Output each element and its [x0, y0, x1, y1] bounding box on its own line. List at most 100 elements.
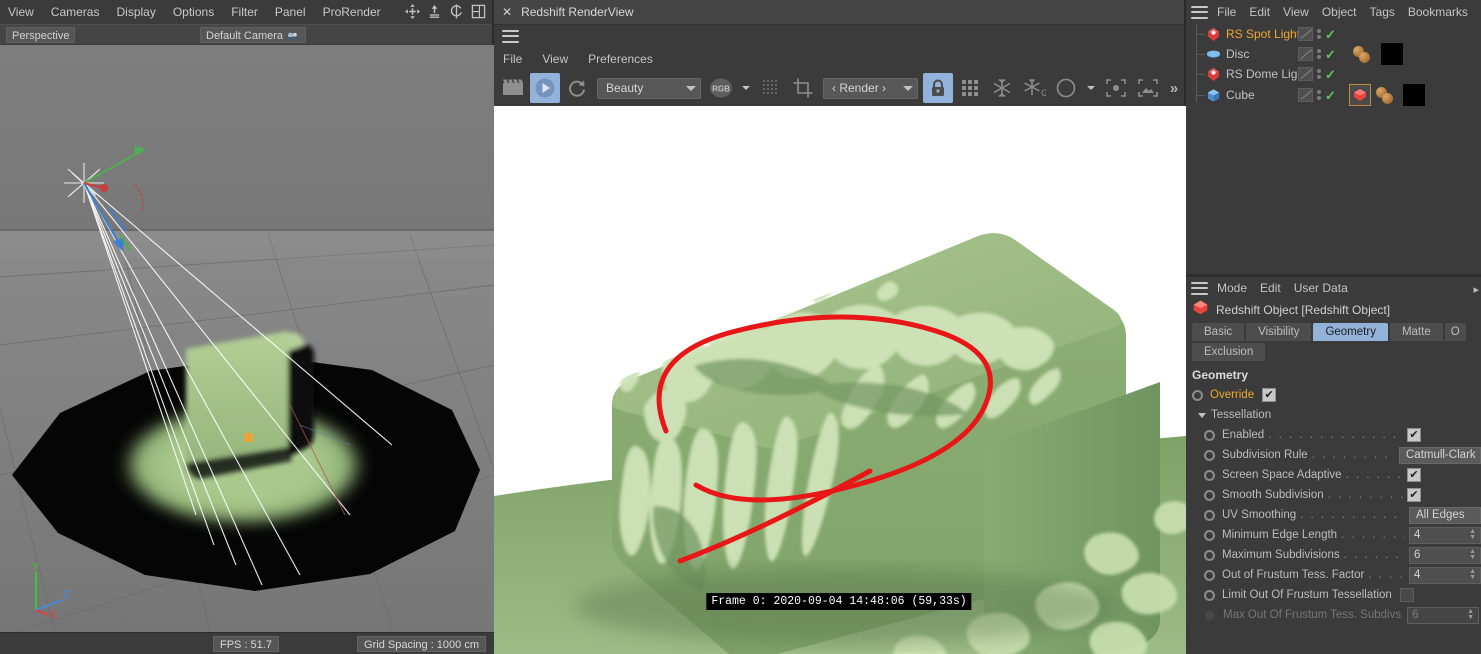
circle-caret-icon[interactable]: [1083, 73, 1099, 103]
material-dots-tag[interactable]: [1352, 44, 1377, 64]
grid-icon[interactable]: [955, 73, 985, 103]
object-tree[interactable]: RS Spot Light ✓ Disc ✓ RS Dome Light ✓ C…: [1186, 24, 1481, 274]
visibility-toggle-icon[interactable]: [1298, 47, 1313, 61]
visibility-dots-icon[interactable]: [1317, 69, 1321, 79]
param-number-out-of-frustum-tess-factor[interactable]: 4 ▲ ▼: [1409, 566, 1481, 584]
black-swatch-tag[interactable]: [1380, 43, 1403, 65]
object-row-disc[interactable]: Disc ✓: [1186, 43, 1481, 65]
viewport-menu-display[interactable]: Display: [116, 5, 155, 19]
tab-exclusion[interactable]: Exclusion: [1192, 343, 1266, 361]
object-row-cube[interactable]: Cube ✓: [1186, 84, 1481, 106]
param-checkbox-screen-space-adaptive[interactable]: ✔: [1407, 468, 1421, 482]
rendered-image[interactable]: [494, 106, 1186, 654]
visibility-dots-icon[interactable]: [1317, 49, 1321, 59]
tab-basic[interactable]: Basic: [1192, 323, 1245, 341]
param-radio-icon[interactable]: [1204, 449, 1215, 461]
object-manager-hamburger-icon[interactable]: [1191, 5, 1208, 19]
attr-menu-edit[interactable]: Edit: [1260, 281, 1281, 295]
lock-icon[interactable]: [923, 73, 953, 103]
channel-caret-icon[interactable]: [738, 73, 754, 103]
tab-geometry[interactable]: Geometry: [1313, 323, 1388, 341]
tab-visibility[interactable]: Visibility: [1246, 323, 1312, 341]
crop-icon[interactable]: [788, 73, 818, 103]
visibility-dots-icon[interactable]: [1317, 29, 1321, 39]
viewport-menu-filter[interactable]: Filter: [231, 5, 258, 19]
focus-icon[interactable]: [1101, 73, 1131, 103]
param-number-maximum-subdivisions[interactable]: 6 ▲ ▼: [1409, 546, 1481, 564]
perspective-label[interactable]: Perspective: [6, 27, 76, 43]
play-render-icon[interactable]: [530, 73, 560, 103]
om-menu-bookmarks[interactable]: Bookmarks: [1408, 5, 1468, 19]
param-combo-uv-smoothing[interactable]: All Edges: [1409, 506, 1481, 524]
viewport-menu-prorender[interactable]: ProRender: [323, 5, 381, 19]
object-row-rs-spot-light[interactable]: RS Spot Light ✓: [1186, 24, 1481, 44]
visibility-toggle-icon[interactable]: [1298, 88, 1313, 102]
param-row-uv-smoothing[interactable]: UV Smoothing . . . . . . . . . . . . . A…: [1186, 505, 1481, 525]
material-dots-tag[interactable]: [1375, 85, 1399, 105]
rgb-channel-icon[interactable]: RGB: [706, 73, 736, 103]
param-row-maximum-subdivisions[interactable]: Maximum Subdivisions . . . . . . . . 6 ▲…: [1186, 545, 1481, 565]
clapperboard-icon[interactable]: [498, 73, 528, 103]
black-swatch-tag[interactable]: [1402, 84, 1425, 106]
om-menu-view[interactable]: View: [1283, 5, 1309, 19]
param-checkbox-limit-out-of-frustum[interactable]: [1399, 588, 1414, 602]
param-row-screen-space-adaptive[interactable]: Screen Space Adaptive . . . . . . . . ✔: [1186, 465, 1481, 485]
param-checkbox-enabled[interactable]: ✔: [1407, 428, 1421, 442]
viewport-menu-panel[interactable]: Panel: [275, 5, 306, 19]
renderview-menu-preferences[interactable]: Preferences: [588, 52, 653, 66]
param-number-minimum-edge-length[interactable]: 4 ▲ ▼: [1409, 526, 1481, 544]
spinner-icon[interactable]: ▲ ▼: [1469, 528, 1476, 541]
camera-label[interactable]: Default Camera: [200, 27, 307, 43]
redshift-object-tag[interactable]: [1348, 84, 1371, 106]
param-row-subdivision-rule[interactable]: Subdivision Rule . . . . . . . . . . . .…: [1186, 445, 1481, 465]
om-menu-file[interactable]: File: [1217, 5, 1236, 19]
viewport-menu-view[interactable]: View: [8, 5, 34, 19]
override-radio-icon[interactable]: [1192, 389, 1203, 401]
renderview-menu-file[interactable]: File: [503, 52, 522, 66]
tab-matte[interactable]: Matte: [1389, 323, 1443, 341]
visibility-toggle-icon[interactable]: [1298, 27, 1313, 41]
circle-icon[interactable]: [1051, 73, 1081, 103]
enabled-check-icon[interactable]: ✓: [1325, 48, 1336, 61]
param-radio-icon[interactable]: [1204, 549, 1215, 561]
render-region-dropdown[interactable]: ‹ Render ›: [823, 77, 918, 99]
param-row-out-of-frustum-tess-factor[interactable]: Out of Frustum Tess. Factor . . . . 4 ▲ ▼: [1186, 565, 1481, 585]
param-radio-icon[interactable]: [1204, 529, 1215, 541]
param-row-smooth-subdivision[interactable]: Smooth Subdivision . . . . . . . . . . ✔: [1186, 485, 1481, 505]
object-tags-cell[interactable]: ✓: [1298, 67, 1336, 81]
hamburger-icon[interactable]: [502, 29, 519, 43]
snowflake-icon[interactable]: [987, 73, 1017, 103]
visibility-toggle-icon[interactable]: [1298, 67, 1313, 81]
param-radio-icon[interactable]: [1204, 429, 1215, 441]
override-checkbox[interactable]: ✔: [1262, 388, 1277, 402]
object-tags-cell[interactable]: ✓: [1298, 84, 1425, 106]
viewport-menu-options[interactable]: Options: [173, 5, 214, 19]
param-radio-icon[interactable]: [1204, 509, 1215, 521]
renderview-menu-view[interactable]: View: [542, 52, 568, 66]
spinner-icon[interactable]: ▲ ▼: [1469, 568, 1476, 581]
move-icon[interactable]: [403, 2, 422, 21]
tab-object-truncated[interactable]: O: [1444, 323, 1466, 341]
param-row-enabled[interactable]: Enabled . . . . . . . . . . . . . . . . …: [1186, 425, 1481, 445]
param-checkbox-smooth-subdivision[interactable]: ✔: [1407, 488, 1421, 502]
om-menu-edit[interactable]: Edit: [1249, 5, 1270, 19]
attr-menu-user-data[interactable]: User Data: [1294, 281, 1348, 295]
rotate-icon[interactable]: [447, 2, 466, 21]
om-menu-tags[interactable]: Tags: [1370, 5, 1395, 19]
object-row-rs-dome-light[interactable]: RS Dome Light ✓: [1186, 64, 1481, 84]
chevron-down-icon-tessellation[interactable]: [1198, 412, 1206, 418]
object-tags-cell[interactable]: ✓: [1298, 43, 1403, 65]
layout-icon[interactable]: [469, 2, 488, 21]
attr-menu-mode[interactable]: Mode: [1217, 281, 1247, 295]
tessellation-group-row[interactable]: Tessellation: [1186, 405, 1481, 425]
param-row-minimum-edge-length[interactable]: Minimum Edge Length . . . . . . . . 4 ▲▼: [1186, 525, 1481, 545]
snowflake-g-icon[interactable]: G: [1019, 73, 1049, 103]
visibility-dots-icon[interactable]: [1317, 90, 1321, 100]
param-row-limit-out-of-frustum-tessellation[interactable]: Limit Out Of Frustum Tessellation: [1186, 585, 1481, 605]
om-menu-object[interactable]: Object: [1322, 5, 1357, 19]
scale-icon[interactable]: [425, 2, 444, 21]
param-radio-icon[interactable]: [1204, 489, 1215, 501]
chevron-right-icon[interactable]: ▸: [1473, 283, 1479, 296]
enabled-check-icon[interactable]: ✓: [1325, 68, 1336, 81]
attribute-hamburger-icon[interactable]: [1191, 281, 1208, 295]
